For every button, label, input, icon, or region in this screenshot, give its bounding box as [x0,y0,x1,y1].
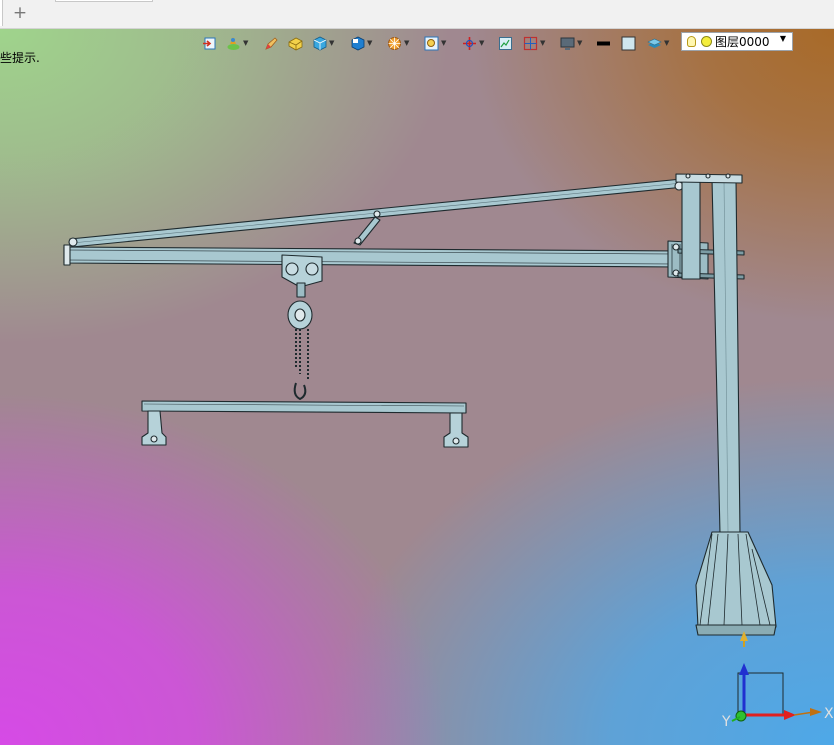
tab-strip: + [0,0,834,29]
3d-viewport[interactable]: 些提示. ▼ ▼ ▼ ▼ ▼ ▼ ▼ ▼ ▼ 图层0000 ▼ X Y [0,29,834,745]
x-axis-label: X [824,706,834,722]
axis-triad: X Y [721,631,834,730]
document-tab[interactable] [55,0,153,2]
triad-origin [735,710,747,722]
y-axis-label: Y [721,714,731,730]
active-tab[interactable] [0,0,3,26]
new-tab-button[interactable]: + [11,4,29,22]
